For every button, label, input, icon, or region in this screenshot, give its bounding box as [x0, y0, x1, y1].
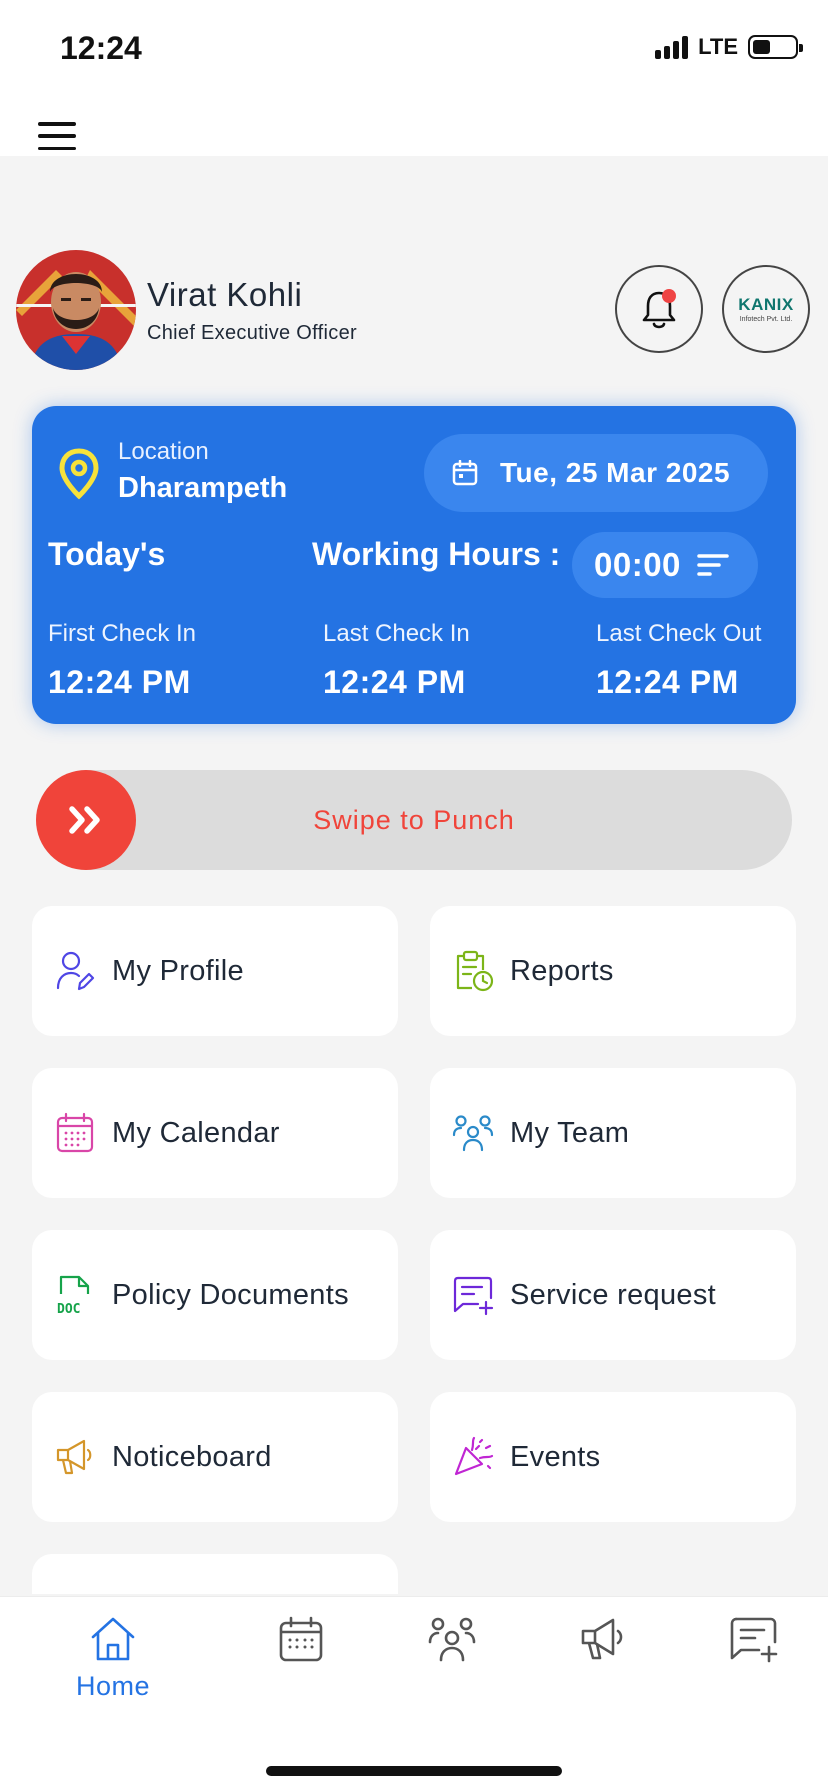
working-hours-pill[interactable]: 00:00 [572, 532, 758, 598]
clipboard-clock-icon [452, 950, 494, 992]
app-bar [0, 100, 828, 156]
tile-label: Noticeboard [112, 1440, 272, 1473]
tile-label: Reports [510, 954, 614, 987]
message-plus-icon [452, 1274, 494, 1316]
tile-label: Policy Documents [112, 1278, 349, 1311]
tile-reports[interactable]: Reports [430, 906, 796, 1036]
doc-file-icon: DOC [54, 1274, 96, 1316]
nav-team[interactable] [397, 1615, 507, 1715]
working-hours-label: Working Hours : [312, 536, 561, 572]
last-check-out-label: Last Check Out [596, 620, 762, 647]
working-hours-value: 00:00 [594, 546, 681, 583]
team-icon [452, 1112, 494, 1154]
signal-icon [655, 35, 689, 59]
sort-icon [697, 554, 729, 576]
company-logo-subtext: Infotech Pvt. Ltd. [739, 315, 793, 323]
battery-icon [748, 35, 803, 59]
tile-label: My Profile [112, 954, 244, 987]
status-bar: 12:24 LTE [0, 0, 828, 100]
last-check-in-value: 12:24 PM [323, 664, 466, 700]
location-label: Location [118, 438, 209, 465]
nav-home[interactable]: Home [58, 1615, 168, 1715]
tile-my-calendar[interactable]: My Calendar [32, 1068, 398, 1198]
calendar-icon [452, 460, 478, 486]
tile-service-request[interactable]: Service request [430, 1230, 796, 1360]
tile-my-profile[interactable]: My Profile [32, 906, 398, 1036]
status-time: 12:24 [60, 30, 142, 66]
bell-icon [642, 289, 676, 329]
last-check-in-label: Last Check In [323, 620, 470, 647]
current-date: Tue, 25 Mar 2025 [500, 457, 731, 488]
double-chevron-right-icon [69, 806, 100, 834]
nav-service-request[interactable] [699, 1615, 809, 1715]
swipe-to-punch-label: Swipe to Punch [313, 804, 515, 835]
tile-label: Service request [510, 1278, 716, 1311]
calendar-icon [54, 1112, 96, 1154]
tile-my-team[interactable]: My Team [430, 1068, 796, 1198]
swipe-handle[interactable] [36, 770, 136, 870]
attendance-card: Location Dharampeth Tue, 25 Mar 2025 Tod… [32, 406, 796, 724]
svg-text:DOC: DOC [57, 1302, 80, 1316]
first-check-in-label: First Check In [48, 620, 197, 647]
location-value: Dharampeth [118, 472, 288, 504]
user-edit-icon [54, 950, 96, 992]
avatar[interactable] [16, 250, 136, 370]
team-icon [428, 1617, 476, 1662]
tile-noticeboard[interactable]: Noticeboard [32, 1392, 398, 1522]
home-indicator [266, 1766, 562, 1776]
company-logo-text: KANIX [738, 294, 794, 314]
company-logo[interactable]: KANIX Infotech Pvt. Ltd. [722, 265, 810, 353]
megaphone-icon [581, 1618, 623, 1660]
party-popper-icon [452, 1436, 494, 1478]
date-pill[interactable]: Tue, 25 Mar 2025 [424, 434, 768, 512]
tile-partial[interactable] [32, 1554, 398, 1594]
hamburger-menu-icon[interactable] [38, 122, 76, 150]
todays-label: Today's [48, 536, 166, 572]
last-check-out: Last Check Out 12:24 PM [596, 620, 761, 701]
status-icons: LTE [655, 34, 803, 60]
first-check-in-value: 12:24 PM [48, 664, 191, 700]
user-role: Chief Executive Officer [147, 322, 357, 344]
tile-label: My Calendar [112, 1116, 280, 1149]
first-check-in: First Check In 12:24 PM [48, 620, 196, 701]
nav-home-label: Home [75, 1671, 151, 1701]
user-name: Virat Kohli [147, 276, 303, 313]
tile-label: Events [510, 1440, 601, 1473]
swipe-to-punch-track[interactable]: Swipe to Punch [36, 770, 792, 870]
message-plus-icon [730, 1617, 778, 1663]
location-pin-icon [59, 448, 99, 500]
megaphone-icon [54, 1436, 96, 1478]
last-check-out-value: 12:24 PM [596, 664, 739, 700]
tile-events[interactable]: Events [430, 1392, 796, 1522]
home-icon [91, 1617, 135, 1661]
nav-calendar[interactable] [246, 1615, 356, 1715]
tile-label: My Team [510, 1116, 630, 1149]
tile-policy-documents[interactable]: DOC Policy Documents [32, 1230, 398, 1360]
last-check-in: Last Check In 12:24 PM [323, 620, 470, 701]
nav-noticeboard[interactable] [548, 1615, 658, 1715]
calendar-icon [279, 1616, 323, 1662]
bottom-nav: Home [0, 1596, 828, 1792]
notification-button[interactable] [615, 265, 703, 353]
network-type: LTE [698, 34, 738, 59]
